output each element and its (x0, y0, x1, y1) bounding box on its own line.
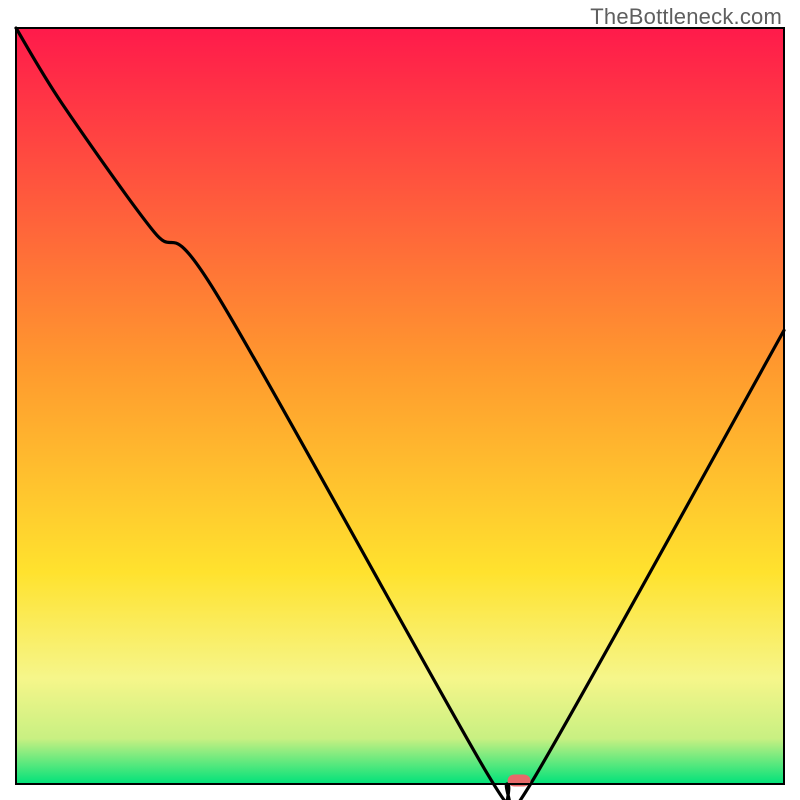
watermark-text: TheBottleneck.com (590, 4, 782, 30)
chart-svg (0, 0, 800, 800)
plot-background (16, 28, 784, 784)
chart-canvas: TheBottleneck.com (0, 0, 800, 800)
